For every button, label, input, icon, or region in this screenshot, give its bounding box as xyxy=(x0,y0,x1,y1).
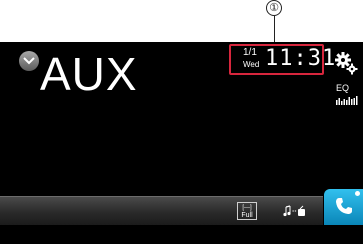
screen-mode-icon: [---] xyxy=(242,205,252,211)
screen-mode-button[interactable]: [---] Full xyxy=(237,202,257,220)
bluetooth-audio-button[interactable] xyxy=(283,205,307,217)
screen-mode-label: Full xyxy=(241,212,253,219)
phone-icon xyxy=(336,198,352,214)
bluetooth-audio-icon xyxy=(283,205,305,217)
head-unit-screen: AUX 1/1 Wed 11:31 EQ [---] Full xyxy=(0,42,363,244)
source-menu-button[interactable] xyxy=(19,51,39,71)
eq-icon xyxy=(336,96,358,105)
settings-gear-icon xyxy=(335,52,358,75)
phone-status-dot xyxy=(355,191,360,196)
callout-line xyxy=(274,16,275,43)
source-title: AUX xyxy=(40,48,138,100)
date-month-day: 1/1 xyxy=(243,47,257,58)
chevron-down-icon xyxy=(23,57,35,65)
eq-label: EQ xyxy=(336,83,350,93)
clock-time[interactable]: 11:31 xyxy=(265,45,336,73)
settings-button[interactable] xyxy=(334,51,358,75)
date-weekday: Wed xyxy=(243,60,260,69)
eq-button[interactable]: EQ xyxy=(336,83,360,109)
bottom-bar xyxy=(0,196,323,225)
callout-number: ① xyxy=(266,0,282,16)
